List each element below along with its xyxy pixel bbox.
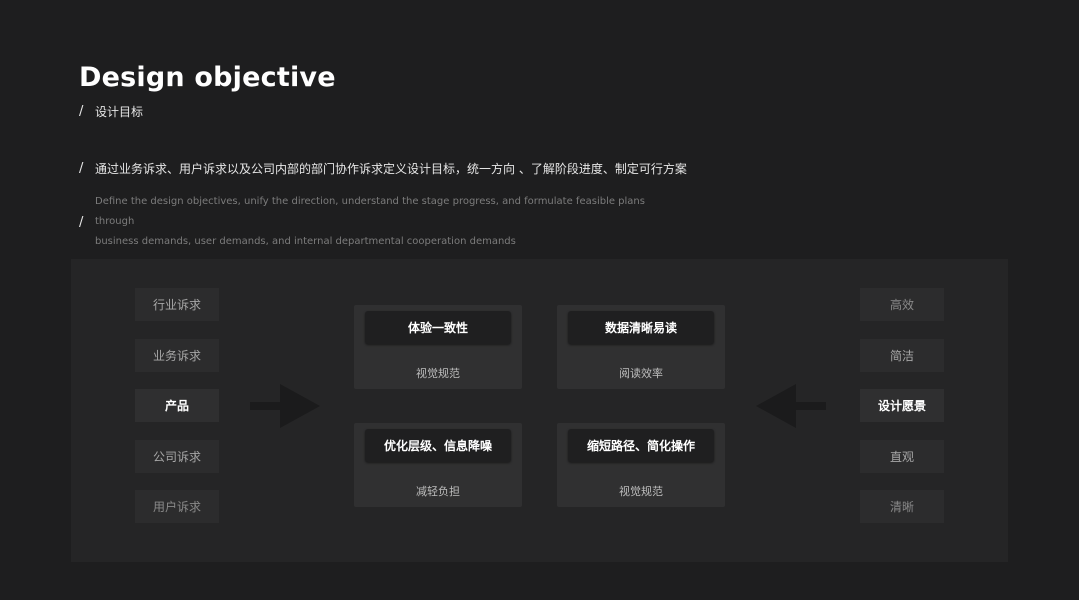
objective-card: 优化层级、信息降噪 减轻负担: [354, 423, 522, 507]
card-title: 数据清晰易读: [568, 311, 714, 344]
card-subtitle: 阅读效率: [619, 367, 663, 380]
left-item-product: 产品: [135, 389, 219, 422]
left-item-industry: 行业诉求: [135, 288, 219, 321]
left-item-business: 业务诉求: [135, 339, 219, 372]
left-item-company: 公司诉求: [135, 440, 219, 473]
description-cn: 通过业务诉求、用户诉求以及公司内部的部门协作诉求定义设计目标，统一方向 、了解阶…: [95, 162, 687, 176]
slash-mark: /: [79, 214, 84, 230]
card-subtitle: 视觉规范: [619, 485, 663, 498]
left-item-user: 用户诉求: [135, 490, 219, 523]
card-subtitle: 减轻负担: [416, 485, 460, 498]
arrow-right-icon: [250, 384, 320, 428]
right-item-clear: 清晰: [860, 490, 944, 523]
right-item-intuitive: 直观: [860, 440, 944, 473]
description-en-line-1: Define the design objectives, unify the …: [95, 196, 645, 227]
card-subtitle: 视觉规范: [416, 367, 460, 380]
slash-mark: /: [79, 104, 84, 119]
card-title: 体验一致性: [365, 311, 511, 344]
subtitle-row: / 设计目标: [79, 103, 143, 120]
description-cn-row: / 通过业务诉求、用户诉求以及公司内部的部门协作诉求定义设计目标，统一方向 、了…: [79, 160, 687, 177]
card-title: 缩短路径、简化操作: [568, 429, 714, 462]
description-en-row: / Define the design objectives, unify th…: [79, 192, 675, 252]
description-en: Define the design objectives, unify the …: [95, 192, 675, 252]
right-item-design-vision: 设计愿景: [860, 389, 944, 422]
objective-card: 体验一致性 视觉规范: [354, 305, 522, 389]
arrow-left-icon: [756, 384, 826, 428]
right-item-concise: 简洁: [860, 339, 944, 372]
objective-card: 数据清晰易读 阅读效率: [557, 305, 725, 389]
objective-card: 缩短路径、简化操作 视觉规范: [557, 423, 725, 507]
slash-mark: /: [79, 161, 84, 176]
right-item-efficient: 高效: [860, 288, 944, 321]
page-subtitle: 设计目标: [95, 105, 144, 119]
card-title: 优化层级、信息降噪: [365, 429, 511, 462]
page-title: Design objective: [79, 62, 336, 93]
description-en-line-2: business demands, user demands, and inte…: [95, 236, 516, 247]
